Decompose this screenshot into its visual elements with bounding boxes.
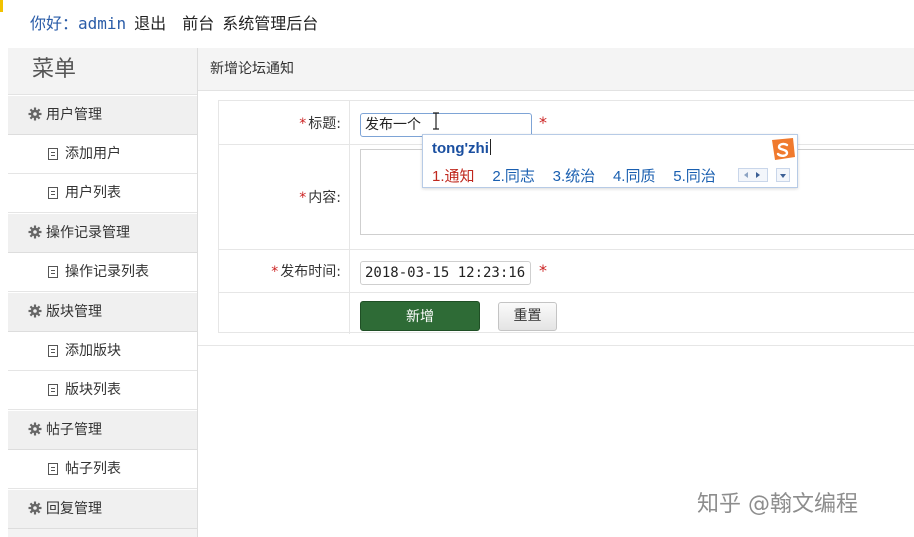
menu-item-add-user[interactable]: 添加用户 — [8, 135, 197, 174]
gear-icon — [28, 501, 42, 515]
ime-candidate-number: 2. — [492, 168, 505, 185]
required-star: * — [539, 113, 547, 132]
form-row-actions: 新增 重置 — [219, 292, 914, 334]
form-row-time: * 发布时间: 2018-03-15 12:23:16 * — [219, 249, 914, 293]
ime-candidate-number: 4. — [612, 168, 626, 185]
ime-candidate-text: 同志 — [504, 167, 535, 185]
menu-item-label: 添加版块 — [65, 343, 121, 359]
chevron-down-icon — [780, 174, 786, 178]
menu-item-label: 版块列表 — [65, 382, 121, 398]
page-title: 新增论坛通知 — [198, 48, 914, 91]
document-icon — [48, 384, 58, 396]
ime-candidate-number: 3. — [552, 168, 566, 185]
content-label-cell: * 内容: — [219, 144, 350, 249]
sidebar-menu: 菜单 用户管理 添加用户 用户列表 操作记录管理 操作记录列表 版块管理 添加版… — [8, 48, 198, 537]
divider — [198, 345, 914, 346]
menu-item-label: 添加用户 — [65, 146, 121, 162]
menu-item-user-list[interactable]: 用户列表 — [8, 174, 197, 213]
watermark-text: 知乎 @翰文编程 — [697, 492, 858, 517]
sidebar-title: 菜单 — [8, 48, 197, 95]
menu-group-operation-log[interactable]: 操作记录管理 — [8, 213, 197, 253]
sogou-logo-icon — [772, 138, 795, 160]
menu-group-label: 回复管理 — [46, 501, 102, 517]
document-icon — [48, 345, 58, 357]
gear-icon — [28, 422, 42, 436]
required-star: * — [299, 115, 307, 132]
ime-candidate-number: 1. — [432, 168, 445, 185]
submit-button[interactable]: 新增 — [360, 301, 480, 331]
ime-expand-button[interactable] — [776, 168, 790, 182]
document-icon — [48, 187, 58, 199]
title-label: 标题: — [308, 115, 341, 132]
ime-candidate-text: 统治 — [565, 167, 596, 185]
chevron-left-icon[interactable] — [744, 172, 748, 178]
menu-group-reply[interactable]: 回复管理 — [8, 489, 197, 529]
menu-item-label: 用户列表 — [65, 185, 121, 201]
required-star: * — [271, 263, 279, 280]
content-label: 内容: — [308, 189, 341, 206]
ime-candidate[interactable]: 3.统治 — [553, 165, 596, 186]
publish-time-input[interactable]: 2018-03-15 12:23:16 — [360, 261, 531, 285]
menu-group-label: 帖子管理 — [46, 422, 102, 438]
menu-item-operation-log-list[interactable]: 操作记录列表 — [8, 253, 197, 292]
main-panel: 新增论坛通知 * 标题: 发布一个 * * 内容: * 发布时间: 2018-03-1… — [198, 48, 914, 537]
ime-caret — [489, 139, 491, 155]
system-title: 系统管理后台 — [222, 14, 319, 33]
gear-icon — [28, 225, 42, 239]
ime-candidate-text: 同治 — [685, 167, 716, 185]
text-cursor-icon — [433, 112, 439, 130]
document-icon — [48, 463, 58, 475]
ime-candidate[interactable]: 1.通知 — [432, 165, 475, 186]
menu-item-label: 帖子列表 — [65, 461, 121, 477]
logout-link[interactable]: 退出 — [134, 14, 166, 33]
menu-item-label: 操作记录列表 — [65, 264, 149, 280]
menu-group-user[interactable]: 用户管理 — [8, 95, 197, 135]
ime-candidate-number: 5. — [673, 168, 686, 185]
ime-composition: tong'zhi — [432, 139, 491, 157]
ime-candidate-window: tong'zhi 1.通知 2.同志 3.统治 4.同质 5.同治 — [422, 134, 798, 188]
ime-candidate-list: 1.通知 2.同志 3.统治 4.同质 5.同治 — [432, 165, 729, 186]
yellow-edge-marker — [0, 0, 3, 12]
ime-candidate-text: 通知 — [444, 167, 475, 185]
ime-candidate[interactable]: 4.同质 — [613, 165, 656, 186]
required-star: * — [299, 189, 307, 206]
menu-group-board[interactable]: 版块管理 — [8, 292, 197, 332]
ime-candidate-text: 同质 — [625, 167, 656, 185]
document-icon — [48, 148, 58, 160]
menu-item-add-board[interactable]: 添加版块 — [8, 332, 197, 371]
gear-icon — [28, 107, 42, 121]
required-star: * — [539, 261, 547, 280]
menu-group-label: 用户管理 — [46, 107, 102, 123]
menu-item-post-list[interactable]: 帖子列表 — [8, 450, 197, 489]
actions-label-cell — [219, 292, 350, 334]
top-header: 你好：admin 退出 前台 系统管理后台 — [0, 0, 914, 48]
ime-candidate[interactable]: 5.同治 — [673, 165, 716, 186]
chevron-right-icon[interactable] — [756, 172, 760, 178]
menu-group-label: 操作记录管理 — [46, 225, 130, 241]
ime-candidate[interactable]: 2.同志 — [492, 165, 535, 186]
document-icon — [48, 266, 58, 278]
reset-button[interactable]: 重置 — [498, 302, 557, 331]
menu-group-label: 版块管理 — [46, 304, 102, 320]
gear-icon — [28, 304, 42, 318]
time-label-cell: * 发布时间: — [219, 249, 350, 292]
frontend-link[interactable]: 前台 — [182, 14, 214, 33]
greeting-text: 你好：admin — [30, 14, 127, 33]
menu-item-board-list[interactable]: 版块列表 — [8, 371, 197, 410]
header-bar: 你好：admin 退出 前台 系统管理后台 — [30, 14, 318, 34]
ime-pinyin-text: tong'zhi — [432, 140, 489, 157]
menu-group-post[interactable]: 帖子管理 — [8, 410, 197, 450]
ime-page-nav[interactable] — [738, 168, 768, 182]
time-label: 发布时间: — [280, 263, 341, 280]
title-label-cell: * 标题: — [219, 101, 350, 144]
